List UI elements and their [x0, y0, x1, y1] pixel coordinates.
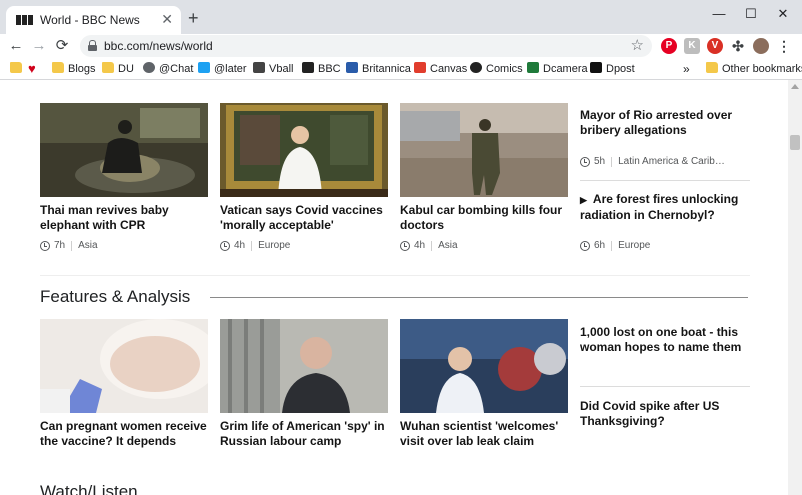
vivaldi-extension-icon[interactable]: V — [707, 38, 723, 54]
clock-icon — [580, 156, 590, 167]
reload-icon[interactable]: ⟳ — [52, 36, 72, 56]
forward-arrow-icon[interactable]: → — [29, 36, 49, 56]
story-meta-rio-mayor: 5h Latin America & Carib… — [580, 156, 725, 167]
back-arrow-icon[interactable]: ← — [6, 36, 26, 56]
folder-icon — [706, 62, 718, 73]
canvas-icon — [414, 62, 426, 73]
feature-title-pregnant[interactable]: Can pregnant women receive the vaccine? … — [40, 419, 210, 449]
bookmark-blogs[interactable]: Blogs — [52, 62, 96, 76]
pinterest-extension-icon[interactable]: P — [661, 38, 677, 54]
bookmark-star-icon[interactable]: ☆ — [631, 36, 644, 54]
play-icon: ▶ — [580, 195, 587, 205]
url-text[interactable]: bbc.com/news/world — [104, 39, 213, 53]
bookmark-bbc[interactable]: BBC — [302, 62, 341, 76]
folder-icon — [102, 62, 114, 73]
watch-listen-heading[interactable]: Watch/Listen — [40, 482, 138, 495]
dpost-icon — [590, 62, 602, 73]
story-image-kabul[interactable] — [400, 103, 568, 197]
scroll-up-arrow-icon[interactable] — [791, 84, 799, 89]
bookmark-later[interactable]: @later — [198, 62, 247, 76]
dcamera-icon — [527, 62, 539, 73]
bookmark-chat[interactable]: @Chat — [143, 62, 193, 76]
story-meta-elephant: 7h Asia — [40, 240, 98, 251]
lock-icon — [88, 40, 97, 51]
bookmark-britannica[interactable]: Britannica — [346, 62, 411, 76]
bookmarks-bar: ♥ Blogs DU @Chat @later Vball BBC Britan… — [0, 58, 802, 80]
story-image-elephant[interactable] — [40, 103, 208, 197]
kebab-menu-icon[interactable]: ⋮ — [776, 38, 792, 54]
side-divider — [580, 386, 750, 387]
story-image-vatican[interactable] — [220, 103, 388, 197]
bookmark-du[interactable]: DU — [102, 62, 134, 76]
bookmark-folder[interactable] — [10, 62, 26, 76]
tab-bbc-world[interactable]: World - BBC News ✕ — [6, 6, 181, 34]
feature-side-thanksgiving[interactable]: Did Covid spike after US Thanksgiving? — [580, 399, 750, 429]
features-heading[interactable]: Features & Analysis — [40, 287, 190, 307]
bookmarks-overflow-icon[interactable]: » — [683, 62, 690, 76]
tab-strip: World - BBC News ✕ + — ☐ ✕ — [0, 0, 802, 34]
new-tab-button[interactable]: + — [188, 9, 199, 27]
vball-icon — [253, 62, 265, 73]
bookmark-canvas[interactable]: Canvas — [414, 62, 467, 76]
profile-avatar[interactable] — [753, 38, 769, 54]
feature-title-spy[interactable]: Grim life of American 'spy' in Russian l… — [220, 419, 390, 449]
bbc-favicon-icon — [16, 15, 34, 25]
extension-icon[interactable]: K — [684, 38, 700, 54]
heart-bookmark-icon[interactable]: ♥ — [28, 62, 36, 76]
comics-icon — [470, 62, 482, 73]
story-title-elephant[interactable]: Thai man revives baby elephant with CPR — [40, 203, 210, 233]
maximize-button[interactable]: ☐ — [738, 4, 764, 24]
minimize-button[interactable]: — — [706, 4, 732, 24]
clock-icon — [580, 240, 590, 251]
story-title-vatican[interactable]: Vatican says Covid vaccines 'morally acc… — [220, 203, 390, 233]
address-bar[interactable]: bbc.com/news/world ☆ — [80, 35, 652, 57]
story-meta-vatican: 4h Europe — [220, 240, 290, 251]
bookmark-vball[interactable]: Vball — [253, 62, 293, 76]
bookmark-dcamera[interactable]: Dcamera — [527, 62, 588, 76]
bookmark-comics[interactable]: Comics — [470, 62, 523, 76]
chat-icon — [143, 62, 155, 73]
feature-image-pregnant[interactable] — [40, 319, 208, 413]
twitter-icon — [198, 62, 210, 73]
close-window-button[interactable]: ✕ — [770, 4, 796, 24]
story-meta-kabul: 4h Asia — [400, 240, 458, 251]
tab-title: World - BBC News — [40, 13, 140, 27]
puzzle-extensions-icon[interactable]: ✣ — [730, 38, 746, 54]
story-meta-chernobyl: 6h Europe — [580, 240, 650, 251]
story-title-kabul[interactable]: Kabul car bombing kills four doctors — [400, 203, 570, 233]
feature-image-spy[interactable] — [220, 319, 388, 413]
story-title-chernobyl[interactable]: ▶ Are forest fires unlocking radiation in… — [580, 192, 750, 223]
clock-icon — [400, 240, 410, 251]
story-title-rio-mayor[interactable]: Mayor of Rio arrested over bribery alleg… — [580, 108, 750, 138]
bbc-icon — [302, 62, 314, 73]
clock-icon — [40, 240, 50, 251]
britannica-icon — [346, 62, 358, 73]
browser-toolbar: ← → ⟳ bbc.com/news/world ☆ P K V ✣ ⋮ — [0, 34, 802, 58]
clock-icon — [220, 240, 230, 251]
feature-title-wuhan[interactable]: Wuhan scientist 'welcomes' visit over la… — [400, 419, 570, 449]
close-tab-icon[interactable]: ✕ — [161, 11, 173, 27]
other-bookmarks[interactable]: Other bookmarks — [706, 62, 802, 76]
feature-side-boat[interactable]: 1,000 lost on one boat - this woman hope… — [580, 325, 750, 355]
folder-icon — [10, 62, 22, 73]
bookmark-dpost[interactable]: Dpost — [590, 62, 635, 76]
scrollbar-thumb[interactable] — [790, 135, 800, 150]
folder-icon — [52, 62, 64, 73]
section-separator — [40, 275, 750, 276]
section-rule — [210, 297, 748, 298]
side-divider — [580, 180, 750, 181]
feature-image-wuhan[interactable] — [400, 319, 568, 413]
